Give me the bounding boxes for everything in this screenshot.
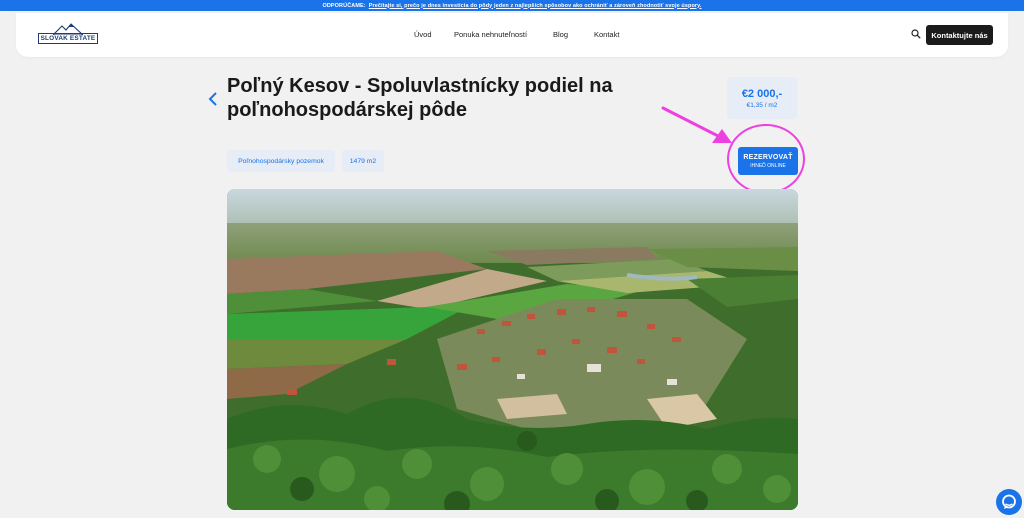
reserve-button-label: REZERVOVAŤ xyxy=(743,153,793,161)
announcement-label: ODPORÚČAME: xyxy=(322,2,366,9)
reserve-button[interactable]: REZERVOVAŤ IHNEĎ ONLINE xyxy=(738,147,798,175)
logo-text: SLOVAK ESTATE xyxy=(40,35,96,42)
chat-icon[interactable] xyxy=(996,489,1022,515)
announcement-link[interactable]: Prečítajte si, prečo je dnes investícia … xyxy=(369,3,702,9)
site-header: SLOVAK ESTATE Úvod Ponuka nehnuteľností … xyxy=(16,13,1008,57)
tag-area: 1479 m2 xyxy=(342,150,384,172)
nav-item-uvod[interactable]: Úvod xyxy=(414,30,432,39)
page-title: Poľný Kesov - Spoluvlastnícky podiel na … xyxy=(227,75,613,121)
nav-item-kontakt[interactable]: Kontakt xyxy=(594,30,619,39)
chat-bubble-icon xyxy=(1002,494,1016,509)
annotation-arrow-icon xyxy=(661,106,732,143)
chevron-left-icon[interactable] xyxy=(207,91,219,107)
property-photo xyxy=(227,189,798,510)
search-icon[interactable] xyxy=(911,29,921,39)
nav-item-ponuka[interactable]: Ponuka nehnuteľností xyxy=(454,30,527,39)
reserve-button-sublabel: IHNEĎ ONLINE xyxy=(750,162,786,169)
logo[interactable]: SLOVAK ESTATE xyxy=(38,23,98,47)
announcement-bar: ODPORÚČAME: Prečítajte si, prečo je dnes… xyxy=(0,0,1024,11)
contact-button[interactable]: Kontaktujte nás xyxy=(926,25,993,45)
price-value: €2 000,- xyxy=(741,88,783,100)
logo-frame: SLOVAK ESTATE xyxy=(38,33,98,44)
tag-land-type: Poľnohospodársky pozemok xyxy=(227,150,335,172)
nav-item-blog[interactable]: Blog xyxy=(553,30,568,39)
